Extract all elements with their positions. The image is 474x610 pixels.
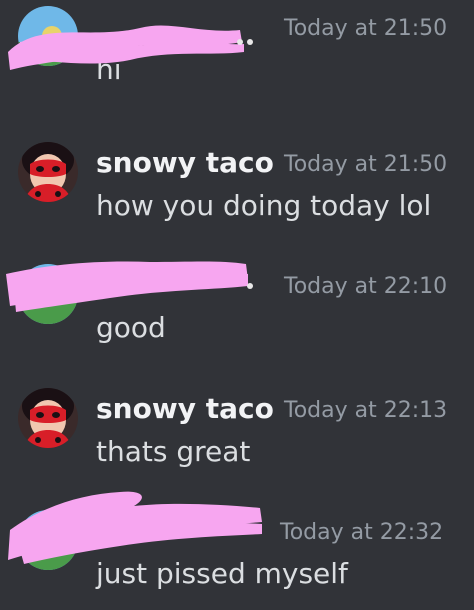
redacted-avatar-icon bbox=[18, 510, 78, 570]
message-item: Today at 22:10 good bbox=[0, 250, 474, 360]
message-item: Today at 22:32 just pissed myself bbox=[0, 496, 474, 606]
redacted-avatar-icon bbox=[18, 6, 78, 66]
message-item: Today at 21:50 hi bbox=[0, 0, 474, 102]
ladybug-avatar-icon bbox=[18, 142, 78, 202]
avatar[interactable] bbox=[18, 6, 78, 66]
avatar[interactable] bbox=[18, 388, 78, 448]
timestamp: Today at 22:32 bbox=[280, 520, 444, 545]
avatar[interactable] bbox=[18, 142, 78, 202]
message-text: hi bbox=[96, 53, 122, 86]
timestamp: Today at 22:13 bbox=[284, 398, 448, 423]
message-item: snowy taco Today at 21:50 how you doing … bbox=[0, 128, 474, 238]
avatar[interactable] bbox=[18, 264, 78, 324]
timestamp: Today at 21:50 bbox=[284, 152, 448, 177]
redacted-avatar-icon bbox=[18, 264, 78, 324]
author-name[interactable]: snowy taco bbox=[96, 146, 274, 180]
message-text: how you doing today lol bbox=[96, 189, 432, 222]
message-item: snowy taco Today at 22:13 thats great bbox=[0, 374, 474, 484]
message-text: good bbox=[96, 311, 166, 344]
author-name[interactable]: snowy taco bbox=[96, 392, 274, 426]
message-text: just pissed myself bbox=[96, 557, 348, 590]
ladybug-avatar-icon bbox=[18, 388, 78, 448]
timestamp: Today at 21:50 bbox=[284, 16, 448, 41]
avatar[interactable] bbox=[18, 510, 78, 570]
timestamp: Today at 22:10 bbox=[284, 274, 448, 299]
message-text: thats great bbox=[96, 435, 251, 468]
